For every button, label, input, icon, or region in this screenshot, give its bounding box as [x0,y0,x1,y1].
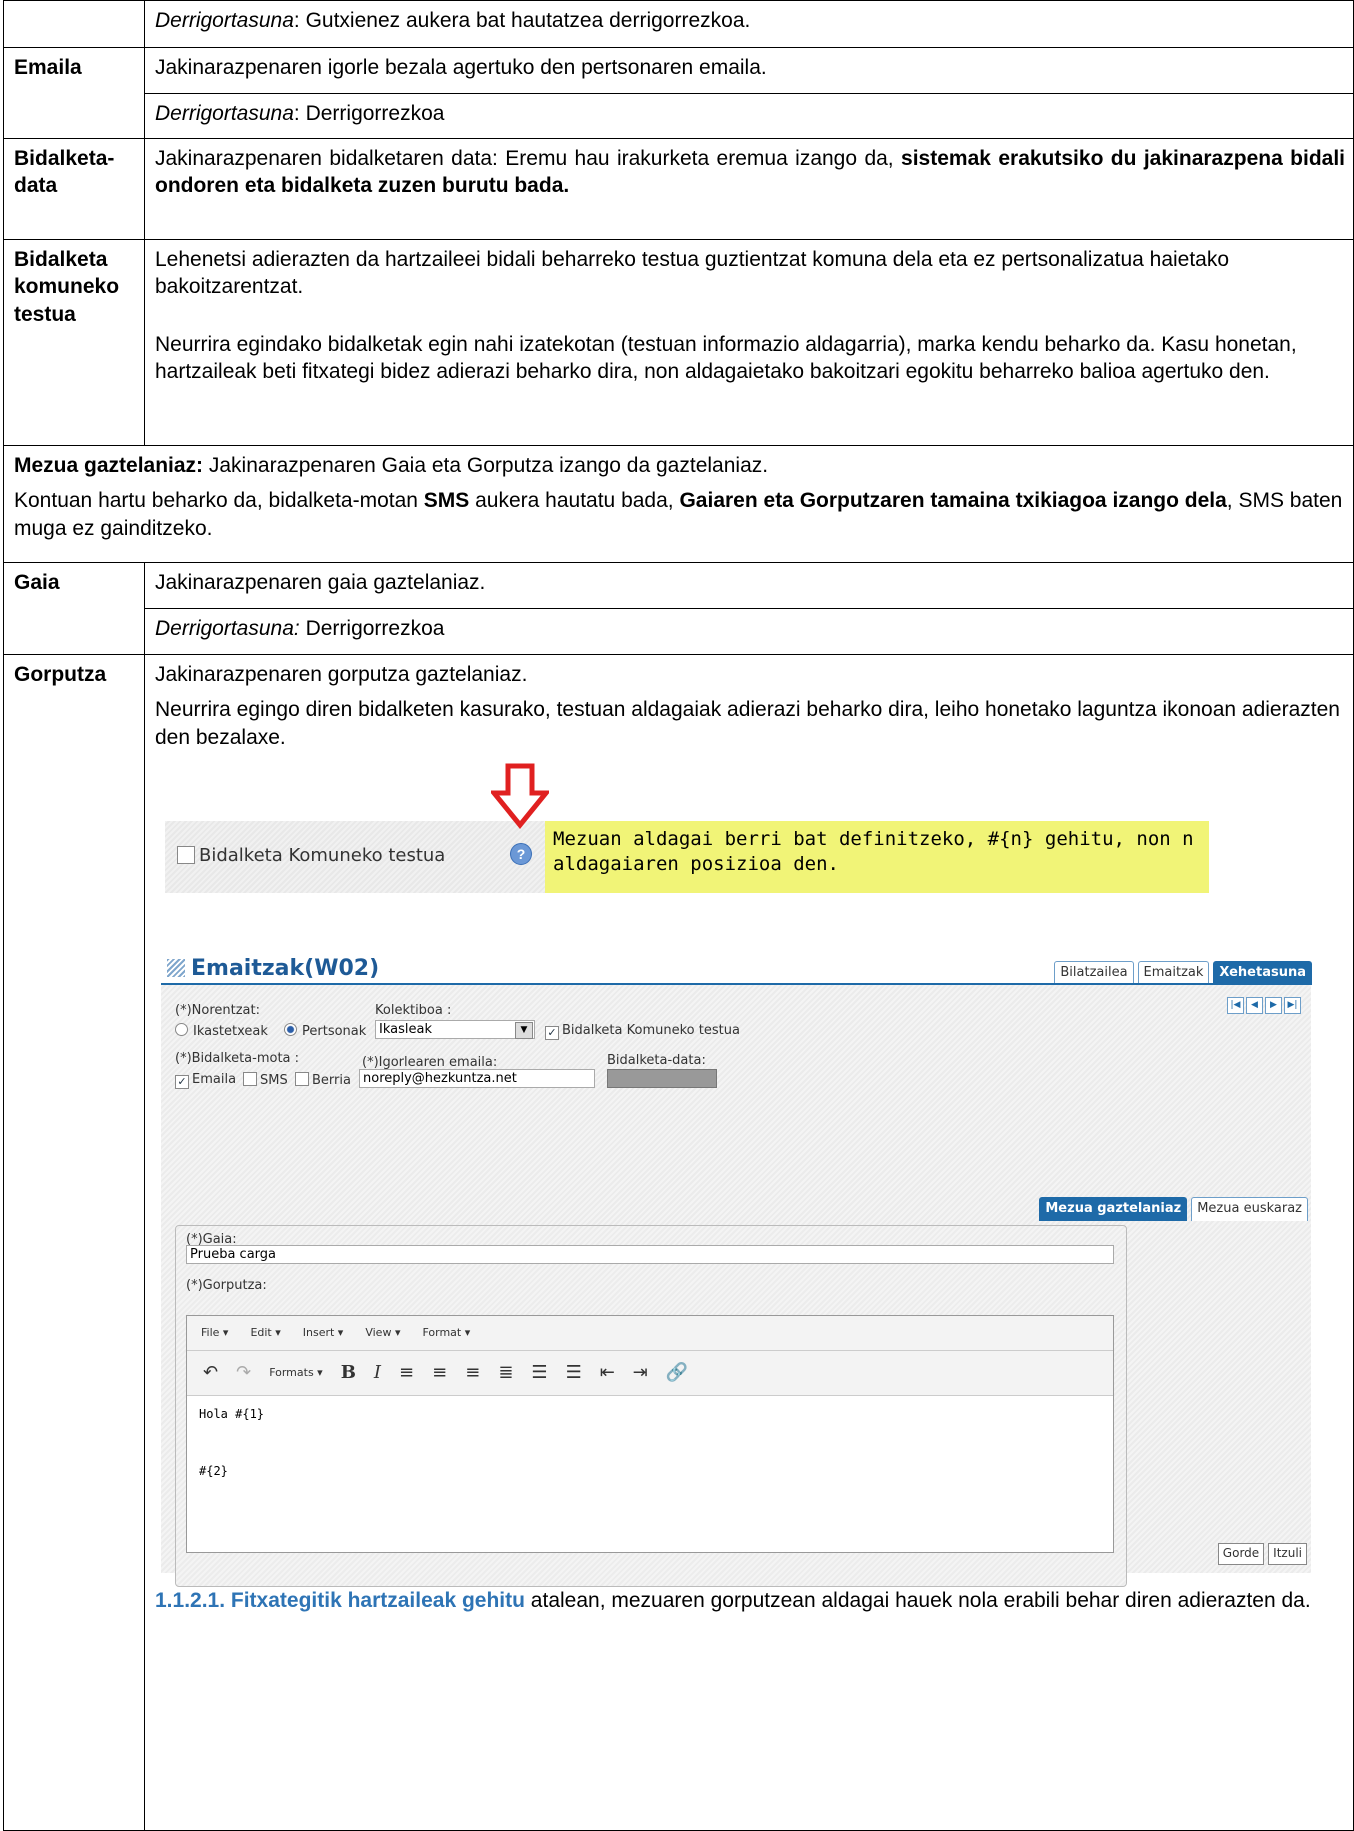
editor-body[interactable]: Hola #{1} #{2} [187,1396,1113,1490]
paragraph: Neurrira egingo diren bidalketen kasurak… [155,698,1340,749]
cell-emaila-desc: Jakinarazpenaren igorle bezala agertuko … [144,47,1354,94]
first-page-icon[interactable]: |◀ [1227,996,1244,1014]
checkbox[interactable] [177,845,195,864]
italic-icon[interactable]: I [374,1361,381,1384]
editor-toolbar: ↶ ↷ Formats ▾ B I ≡ ≡ ≡ ≣ ☰ ☰ ⇤ ⇥ 🔗 [187,1350,1113,1396]
align-right-icon[interactable]: ≡ [465,1361,480,1384]
checkbox-icon: ✓ [175,1074,189,1089]
arrow-down-icon [491,763,549,829]
tab-mezua-euskaraz[interactable]: Mezua euskaraz [1191,1196,1308,1221]
row-label-gaia: Gaia [3,562,145,655]
radio-pertsonak[interactable]: Pertsonak [284,1022,366,1041]
checkbox-icon [295,1071,309,1086]
prev-page-icon[interactable]: ◀ [1246,996,1263,1014]
numbered-list-icon[interactable]: ☰ [566,1361,582,1384]
kolektiboa-label: Kolektiboa : [375,1002,452,1018]
checkbox-icon [243,1071,257,1086]
cell-derrigortasuna-top: Derrigortasuna: Gutxienez aukera bat hau… [144,0,1354,48]
tab-xehetasuna[interactable]: Xehetasuna [1213,960,1312,985]
row-label-komuneko-testua: Bidalketa komuneko testua [3,239,145,446]
outdent-icon[interactable]: ⇤ [600,1361,615,1384]
cell-gorputza: Jakinarazpenaren gorputza gaztelaniaz. N… [144,654,1354,1831]
pager: |◀ ◀ ▶ ▶| [1227,996,1301,1014]
mota-emaila-checkbox[interactable]: ✓ Emaila [175,1072,236,1089]
checkbox-icon: ✓ [545,1025,559,1040]
form-buttons: Gorde Itzuli [1217,1543,1307,1565]
body-line: #{2} [199,1463,228,1478]
gorde-button[interactable]: Gorde [1217,1543,1265,1565]
link-icon[interactable]: 🔗 [666,1361,688,1384]
section-link[interactable]: 1.1.2.1. Fitxategitik hartzaileak gehitu [155,1589,525,1612]
komuneko-checkbox[interactable]: ✓ Bidalketa Komuneko testua [545,1023,740,1040]
cell-gaia-desc: Jakinarazpenaren gaia gaztelaniaz. [144,562,1354,609]
gaia-input[interactable]: Prueba carga [186,1244,1114,1264]
form-title: Emaitzak(W02) [167,955,379,984]
radio-ikastetxeak[interactable]: Ikastetxeak [175,1022,268,1041]
tab-bilatzailea[interactable]: Bilatzailea [1054,960,1134,985]
radio-icon [284,1022,297,1036]
formats-dropdown[interactable]: Formats ▾ [269,1366,323,1380]
title-stripe-icon [167,958,185,977]
menu-view[interactable]: View ▾ [365,1326,400,1340]
data-label: Bidalketa-data: [607,1052,706,1068]
kolektiboa-select[interactable]: Ikasleak ▼ [375,1019,535,1039]
undo-icon[interactable]: ↶ [203,1361,218,1384]
gorputza-label: (*)Gorputza: [186,1277,267,1293]
justify-icon[interactable]: ≣ [498,1361,513,1384]
tab-emaitzak[interactable]: Emaitzak [1137,960,1210,985]
itzuli-button[interactable]: Itzuli [1268,1543,1307,1565]
paragraph: Lehenetsi adierazten da hartzaileei bida… [155,248,1230,299]
paragraph: Jakinarazpenaren gorputza gaztelaniaz. [155,663,528,686]
form-panel: |◀ ◀ ▶ ▶| (*)Norentzat: Ikastetxeak Pert… [161,982,1311,1587]
message-panel: (*)Gaia: Prueba carga (*)Gorputza: File … [175,1224,1127,1587]
paragraph-link: 1.1.2.1. Fitxategitik hartzaileak gehitu… [155,1588,1311,1612]
tab-mezua-gaztelaniaz[interactable]: Mezua gaztelaniaz [1039,1196,1188,1221]
message-tabs: Mezua gaztelaniaz Mezua euskaraz [1039,1196,1308,1221]
mota-berria-checkbox[interactable]: Berria [295,1071,351,1090]
tooltip-screenshot: Bidalketa Komuneko testua ? Mezuan aldag… [155,763,1235,893]
bold-icon[interactable]: B [341,1361,356,1384]
tooltip: Mezuan aldagai berri bat definitzeko, #{… [545,820,1209,893]
row-label-gorputza: Gorputza [3,654,145,1831]
editor-menubar: File ▾ Edit ▾ Insert ▾ View ▾ Format ▾ [187,1315,1113,1351]
data-field [607,1068,717,1088]
radio-icon [175,1022,188,1036]
rich-text-editor[interactable]: File ▾ Edit ▾ Insert ▾ View ▾ Format ▾ ↶… [186,1314,1114,1553]
menu-insert[interactable]: Insert ▾ [303,1326,344,1340]
menu-format[interactable]: Format ▾ [422,1326,470,1340]
row-label-empty [3,0,145,48]
align-left-icon[interactable]: ≡ [399,1361,414,1384]
last-page-icon[interactable]: ▶| [1284,996,1301,1014]
row-label-emaila: Emaila [3,47,145,139]
norentzat-label: (*)Norentzat: [175,1002,260,1018]
igorle-input[interactable]: noreply@hezkuntza.net [359,1068,595,1088]
cell-emaila-req: Derrigortasuna: Derrigorrezkoa [144,93,1354,139]
mota-label: (*)Bidalketa-mota : [175,1050,300,1066]
menu-edit[interactable]: Edit ▾ [250,1326,280,1340]
cell-komuneko-testua: Lehenetsi adierazten da hartzaileei bida… [144,239,1354,446]
align-center-icon[interactable]: ≡ [432,1361,447,1384]
menu-file[interactable]: File ▾ [201,1326,228,1340]
body-line: Hola #{1} [199,1406,265,1421]
mota-sms-checkbox[interactable]: SMS [243,1071,288,1090]
dropdown-arrow-icon[interactable]: ▼ [515,1021,533,1039]
help-icon[interactable]: ? [510,842,532,865]
cell-mezua-gaztelaniaz: Mezua gaztelaniaz: Jakinarazpenaren Gaia… [3,445,1354,563]
row-label-bidalketa-data: Bidalketa-data [3,138,145,240]
form-tabs: Bilatzailea Emaitzak Xehetasuna [1054,960,1312,985]
bullet-list-icon[interactable]: ☰ [531,1361,547,1384]
redo-icon[interactable]: ↷ [236,1361,251,1384]
indent-icon[interactable]: ⇥ [633,1361,648,1384]
paragraph: Neurrira egindako bidalketak egin nahi i… [155,332,1297,383]
form-screenshot: Emaitzak(W02) Bilatzailea Emaitzak Xehet… [155,953,1315,1587]
cell-gaia-req: Derrigortasuna: Derrigorrezkoa [144,608,1354,655]
document-table: Derrigortasuna: Gutxienez aukera bat hau… [3,0,1354,1831]
cell-bidalketa-data: Jakinarazpenaren bidalketaren data: Erem… [144,138,1354,240]
next-page-icon[interactable]: ▶ [1265,996,1282,1014]
checkbox-label: Bidalketa Komuneko testua [199,844,446,866]
